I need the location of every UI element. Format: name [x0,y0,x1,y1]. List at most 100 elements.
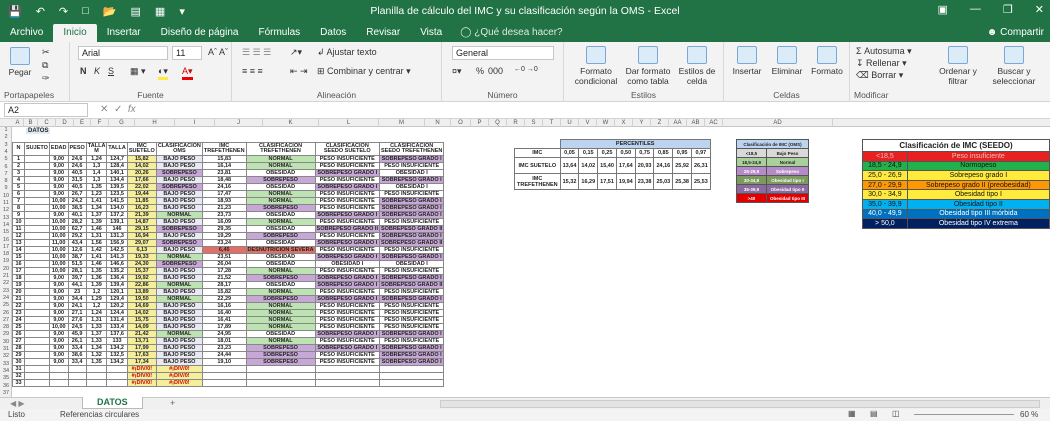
table-cell[interactable]: 137,2 [106,211,128,219]
clear-button[interactable]: ⌫ Borrar ▾ [856,70,903,81]
table-cell[interactable]: 11,85 [126,197,157,205]
table-cell[interactable] [24,372,50,380]
table-cell[interactable]: NORMAL [245,323,316,331]
row-header-33[interactable]: 33 [0,361,12,368]
row-header-26[interactable]: 26 [0,310,12,317]
table-cell[interactable] [201,365,247,373]
table-cell[interactable]: 1,3 [85,162,108,170]
table-cell[interactable]: SOBREPESO [245,295,316,303]
row-header-11[interactable]: 11 [0,200,12,207]
table-cell[interactable]: SOBREPESO GRADO I [378,351,445,359]
oms-cell[interactable]: 25-29,9 [736,166,767,176]
table-cell[interactable]: 6,45 [201,246,247,254]
row-header-18[interactable]: 18 [0,251,12,258]
copy-icon[interactable]: ⧉ [42,60,48,71]
table-cell[interactable]: 124,4 [106,309,128,317]
table-cell[interactable] [24,267,50,275]
percentile-cell[interactable]: 15,32 [559,173,580,190]
table-cell[interactable] [314,365,380,373]
table-cell[interactable] [24,295,50,303]
table-cell[interactable]: 9,00 [48,281,69,289]
table-cell[interactable]: 9,00 [48,295,69,303]
table-cell[interactable]: #¡DIV/0! [155,365,203,373]
table-cell[interactable]: PESO INSUFICIENTE [314,323,380,331]
table-cell[interactable]: PESO INSUFICIENTE [314,288,380,296]
table-cell[interactable]: SOBREPESO GRADO I [314,295,380,303]
table-cell[interactable]: NORMAL [155,295,203,303]
column-header-k[interactable]: K [263,119,319,127]
table-cell[interactable]: 29,2 [67,232,87,240]
table-cell[interactable]: BAJO PESO [155,323,203,331]
table-cell[interactable] [48,379,69,387]
table-cell[interactable]: 18,48 [201,176,247,184]
table-cell[interactable]: 1,2 [85,288,108,296]
percentile-cell[interactable]: 24,16 [653,157,674,174]
page-break-icon[interactable]: ◫ [892,409,900,418]
table-cell[interactable]: 1,42 [85,246,108,254]
table-cell[interactable]: BAJO PESO [155,288,203,296]
table-cell[interactable]: BAJO PESO [155,267,203,275]
horizontal-scrollbar[interactable] [440,400,1040,408]
number-format-select[interactable]: General [452,46,554,60]
table-cell[interactable]: 18 [12,274,25,282]
table-cell[interactable]: OBESIDAD [245,330,316,338]
table-cell[interactable]: OBESIDAD [245,239,316,247]
table-cell[interactable]: 15,82 [126,155,157,163]
table-cell[interactable]: 9,00 [48,274,69,282]
table-cell[interactable]: NORMAL [245,316,316,324]
row-header-19[interactable]: 19 [0,258,12,265]
table-cell[interactable]: 142,5 [106,246,128,254]
table-cell[interactable]: OBESIDAD [245,281,316,289]
table-cell[interactable]: 1,23 [85,190,108,198]
percentile-cell[interactable]: 23,38 [634,173,655,190]
table-cell[interactable]: 120,2 [106,302,128,310]
table-cell[interactable]: SOBREPESO GRADO I [314,281,380,289]
table-cell[interactable]: 21,52 [201,274,247,282]
table-cell[interactable]: 15,37 [126,267,157,275]
table-cell[interactable]: 44,1 [67,281,87,289]
table-cell[interactable]: 131,3 [106,232,128,240]
table-cell[interactable]: 17,28 [201,267,247,275]
paste-button[interactable]: Pegar [4,47,36,77]
borders-icon[interactable]: ▦ ▾ [130,66,146,77]
table-cell[interactable]: 133 [106,337,128,345]
table-cell[interactable] [24,281,50,289]
cancel-icon[interactable]: ✕ [100,104,108,115]
table-cell[interactable]: 16,16 [201,302,247,310]
column-header-o[interactable]: O [451,119,471,127]
table-cell[interactable]: SOBREPESO GRADO I [314,330,380,338]
column-header-l[interactable]: L [319,119,379,127]
seedo-cell[interactable]: Peso insuficiente [906,151,1050,162]
table-cell[interactable]: PESO INSUFICIENTE [378,162,445,170]
table-cell[interactable]: SOBREPESO GRADO II [314,225,380,233]
table-cell[interactable]: OBESIDAD [245,260,316,268]
seedo-cell[interactable]: 40,0 - 49,9 [862,208,908,220]
table-cell[interactable]: 20,26 [126,169,157,177]
table-cell[interactable]: 33,4 [67,344,87,352]
table-cell[interactable]: 28 [12,344,25,352]
row-header-28[interactable]: 28 [0,324,12,331]
percentile-cell[interactable]: 13,64 [559,157,580,174]
table-cell[interactable]: 10,00 [48,260,69,268]
oms-cell[interactable]: Obesidad tipo I [765,175,810,185]
table-cell[interactable]: 21,23 [201,204,247,212]
table-cell[interactable]: SOBREPESO GRADO I [378,232,445,240]
oms-cell[interactable]: 35-39,9 [736,184,767,194]
table-cell[interactable]: 40,1 [67,211,87,219]
table-cell[interactable]: OBESIDAD [245,183,316,191]
table-cell[interactable]: 123,5 [106,190,128,198]
percentile-cell[interactable]: 17,64 [615,157,636,174]
table-cell[interactable]: SOBREPESO GRADO II [378,225,445,233]
table-cell[interactable]: 9,00 [48,309,69,317]
table-cell[interactable]: 24,16 [201,183,247,191]
table-cell[interactable] [378,372,445,380]
table-cell[interactable]: SOBREPESO GRADO I [378,295,445,303]
oms-cell[interactable]: <18,5 [736,148,767,158]
table-cell[interactable]: 43,4 [67,239,87,247]
table-cell[interactable]: 17,63 [126,351,157,359]
table-cell[interactable]: 17,66 [126,176,157,184]
table-cell[interactable] [24,253,50,261]
page-layout-icon[interactable]: ▤ [870,409,878,418]
table-cell[interactable] [24,330,50,338]
table-cell[interactable]: BAJO PESO [155,309,203,317]
